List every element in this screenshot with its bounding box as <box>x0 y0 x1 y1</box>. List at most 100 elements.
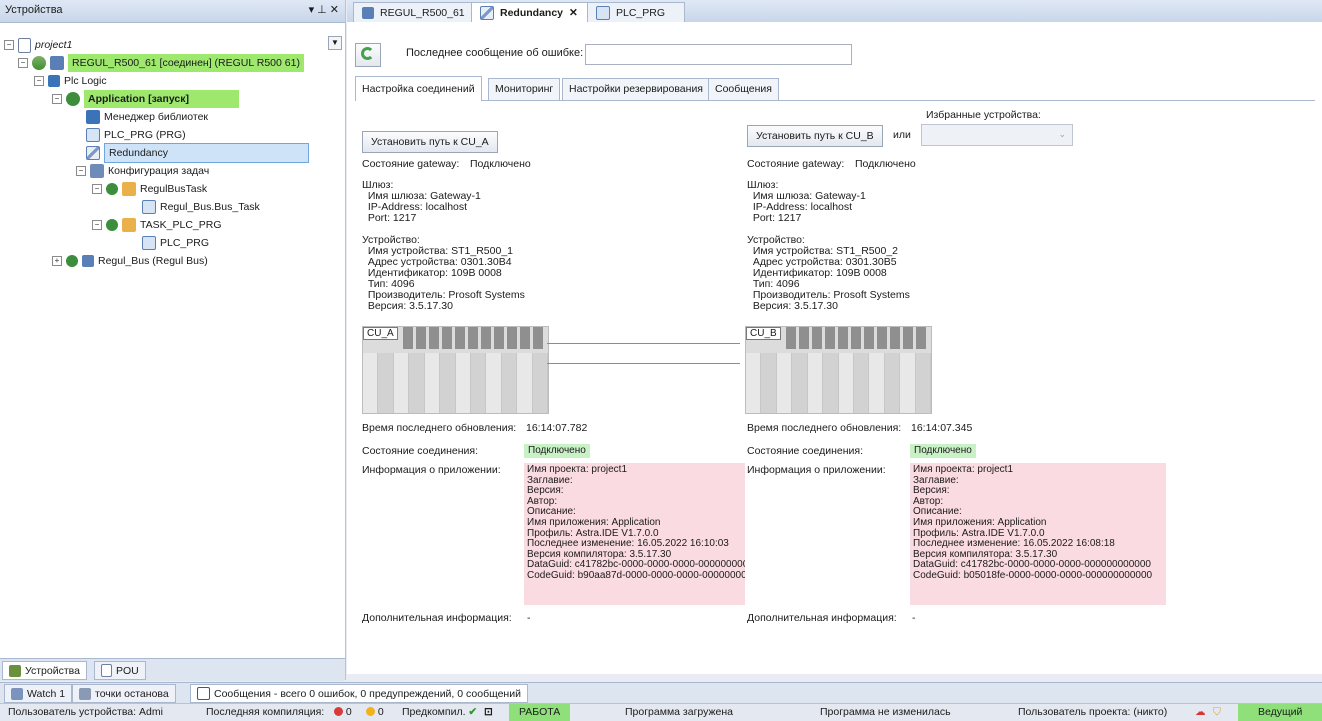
extra-info-label-a: Дополнительная информация: <box>362 612 512 624</box>
tree-node-redundancy[interactable]: Redundancy <box>86 143 309 163</box>
tree-node-plc-prg[interactable]: PLC_PRG (PRG) <box>86 126 186 144</box>
tab-pou[interactable]: POU <box>94 661 146 680</box>
tree-node-application[interactable]: − Application [запуск] <box>52 90 240 108</box>
run-state-badge: РАБОТА <box>509 704 571 721</box>
rack-link-line-bottom <box>547 363 740 364</box>
tab-label: PLC_PRG <box>616 6 666 19</box>
tree-node-plc-logic[interactable]: − Plc Logic <box>34 72 107 90</box>
warning-icon <box>366 707 375 716</box>
warning-count: 0 <box>377 706 384 718</box>
online-config-icon[interactable]: ⊡ <box>484 706 493 718</box>
task-icon <box>122 182 136 196</box>
chevron-down-icon: ⌄ <box>1058 129 1066 139</box>
connection-state-label-a: Состояние соединения: <box>362 445 479 457</box>
tree-node-label: Regul_Bus.Bus_Task <box>160 201 260 213</box>
tab-watch-1[interactable]: Watch 1 <box>4 684 73 703</box>
close-icon[interactable]: ✕ <box>569 7 578 19</box>
build-warnings: 0 <box>366 706 384 718</box>
tree-node-task-plc-prg[interactable]: − TASK_PLC_PRG <box>92 216 222 234</box>
collapse-icon[interactable]: − <box>52 94 62 104</box>
gateway-state-value-a: Подключено <box>470 158 531 170</box>
tree-node-project[interactable]: − project1 <box>4 36 72 54</box>
tree-node-label: Application [запуск] <box>84 90 240 108</box>
app-info-label-a: Информация о приложении: <box>362 464 501 476</box>
devices-panel-title: Устройства <box>5 4 63 16</box>
bus-running-icon <box>66 255 78 267</box>
tree-node-label: Regul_Bus (Regul Bus) <box>98 255 208 267</box>
set-path-cu-a-button[interactable]: Установить путь к CU_A <box>362 131 498 153</box>
task-running-icon <box>106 183 118 195</box>
plc-logic-icon <box>48 75 60 87</box>
tree-node-regul-bus[interactable]: + Regul_Bus (Regul Bus) <box>52 252 208 270</box>
tree-node-regulbustask[interactable]: − RegulBusTask <box>92 180 207 198</box>
redundancy-icon <box>86 146 100 160</box>
tab-label: Redundancy <box>500 6 564 19</box>
gateway-info-a: Шлюз: Имя шлюза: Gateway-1 IP-Address: l… <box>362 179 481 224</box>
tab-redundancy[interactable]: Redundancy ✕ <box>471 2 594 22</box>
tree-node-label: Конфигурация задач <box>108 165 210 177</box>
tree-node-label: REGUL_R500_61 [соединен] (REGUL R500 61) <box>68 54 304 72</box>
connection-state-label-b: Состояние соединения: <box>747 445 864 457</box>
tree-node-label: PLC_PRG (PRG) <box>104 129 186 141</box>
tab-plc-prg[interactable]: PLC_PRG <box>587 2 685 22</box>
program-unchanged-status: Программа не изменилась <box>820 706 951 718</box>
or-label: или <box>893 129 911 141</box>
program-icon <box>596 5 610 20</box>
shield-icon[interactable]: ⛉ <box>1213 706 1221 719</box>
tab-redundancy-settings[interactable]: Настройки резервирования <box>562 78 710 100</box>
collapse-icon[interactable]: − <box>4 40 14 50</box>
tree-node-plc[interactable]: − REGUL_R500_61 [соединен] (REGUL R500 6… <box>18 54 304 72</box>
expand-icon[interactable]: + <box>52 256 62 266</box>
tree-node-plc-prg-call[interactable]: PLC_PRG <box>142 234 209 252</box>
collapse-icon[interactable]: − <box>92 184 102 194</box>
chosen-devices-label: Избранные устройства: <box>926 109 1041 121</box>
tab-regul-r500-61[interactable]: REGUL_R500_61 <box>353 2 481 22</box>
precompile-status[interactable]: Предкомпил. ✔ <box>402 706 477 718</box>
set-path-cu-b-button[interactable]: Установить путь к CU_B <box>747 125 883 147</box>
tree-node-label: Redundancy <box>104 143 309 163</box>
devices-panel-header: Устройства ▾ ⊥ ✕ <box>0 0 345 23</box>
refresh-button[interactable] <box>355 43 381 67</box>
redundancy-role-badge: Ведущий <box>1238 704 1322 721</box>
chosen-devices-select[interactable]: ⌄ <box>921 124 1073 146</box>
tree-node-label: RegulBusTask <box>140 183 208 195</box>
tab-messages-panel[interactable]: Сообщения - всего 0 ошибок, 0 предупрежд… <box>190 684 528 703</box>
tab-monitoring[interactable]: Мониторинг <box>488 78 561 100</box>
watch-icon <box>11 687 23 700</box>
gateway-state-label-b: Состояние gateway: <box>747 158 845 170</box>
devices-icon <box>9 664 21 677</box>
collapse-icon[interactable]: − <box>92 220 102 230</box>
tab-label: POU <box>116 664 139 677</box>
last-update-value-b: 16:14:07.345 <box>911 422 973 434</box>
status-bar: Пользователь устройства: Admi Последняя … <box>0 703 1322 721</box>
extra-info-value-b: - <box>912 612 916 624</box>
bus-device-icon <box>82 255 94 267</box>
tab-messages[interactable]: Сообщения <box>708 78 779 100</box>
build-errors: 0 <box>334 706 352 718</box>
collapse-icon[interactable]: − <box>34 76 44 86</box>
extra-info-label-b: Дополнительная информация: <box>747 612 897 624</box>
panel-window-buttons[interactable]: ▾ ⊥ ✕ <box>309 3 339 16</box>
cloud-icon[interactable]: ☁ <box>1195 706 1206 718</box>
rack-slots <box>746 353 931 413</box>
program-loaded-status: Программа загружена <box>625 706 734 718</box>
editor-subtabs: Настройка соединений Мониторинг Настройк… <box>355 76 1315 101</box>
device-info-a: Устройство: Имя устройства: ST1_R500_1 А… <box>362 234 525 312</box>
tab-connection-settings[interactable]: Настройка соединений <box>355 76 482 101</box>
tree-node-regul-bus-bus-task[interactable]: Regul_Bus.Bus_Task <box>142 198 260 216</box>
tree-node-label: PLC_PRG <box>160 237 210 249</box>
extra-info-value-a: - <box>527 612 531 624</box>
collapse-icon[interactable]: − <box>18 58 28 68</box>
tree-node-library-manager[interactable]: Менеджер библиотек <box>86 108 208 126</box>
tab-devices[interactable]: Устройства <box>2 661 87 680</box>
tree-node-label: Plc Logic <box>64 75 107 87</box>
last-update-label-a: Время последнего обновления: <box>362 422 517 434</box>
tab-label: Watch 1 <box>27 687 66 700</box>
collapse-icon[interactable]: − <box>76 166 86 176</box>
last-error-label: Последнее сообщение об ошибке: <box>406 47 584 59</box>
tree-node-task-config[interactable]: − Конфигурация задач <box>76 162 209 180</box>
gear-online-icon <box>32 56 46 70</box>
tab-breakpoints[interactable]: точки останова <box>72 684 176 703</box>
refresh-icon <box>361 47 374 60</box>
last-error-field[interactable] <box>585 44 852 65</box>
